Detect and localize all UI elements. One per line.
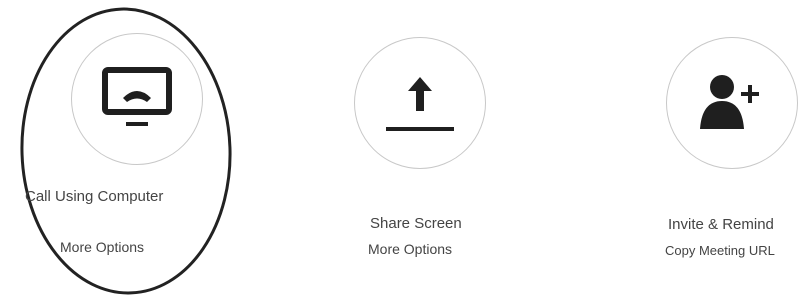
call-using-computer-group: Call Using Computer More Options [20,0,220,306]
monitor-phone-icon [102,67,172,126]
add-person-icon [700,75,759,129]
copy-meeting-url-link[interactable]: Copy Meeting URL [665,243,775,258]
share-screen-label[interactable]: Share Screen [370,215,462,232]
call-using-computer-label[interactable]: Call Using Computer [25,188,163,205]
invite-remind-label[interactable]: Invite & Remind [668,216,774,233]
share-more-options-link[interactable]: More Options [368,241,452,257]
share-screen-button[interactable] [354,37,486,169]
upload-arrow-icon [386,77,454,131]
call-using-computer-button[interactable] [71,33,203,165]
invite-remind-group: Invite & Remind Copy Meeting URL [603,0,803,306]
call-more-options-link[interactable]: More Options [60,239,144,255]
share-screen-group: Share Screen More Options [323,0,523,306]
invite-remind-button[interactable] [666,37,798,169]
